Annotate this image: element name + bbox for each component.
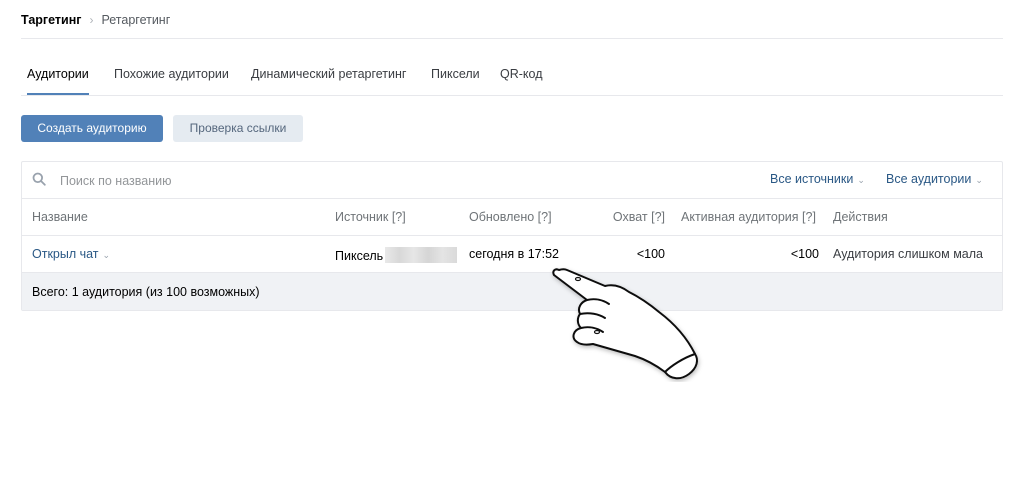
tab-audiences[interactable]: Аудитории — [27, 57, 89, 95]
tab-lookalike-audiences[interactable]: Похожие аудитории — [114, 57, 229, 94]
sources-filter-label: Все источники — [770, 172, 854, 186]
audience-active-count: <100 — [790, 247, 819, 261]
search-icon — [32, 172, 46, 186]
audience-source: Пиксель — [335, 247, 458, 263]
audience-source-label: Пиксель — [335, 249, 384, 263]
total-count: Всего: 1 аудитория (из 100 возможных) — [32, 285, 260, 299]
create-audience-button[interactable]: Создать аудиторию — [21, 115, 163, 142]
column-header-actions: Действия — [833, 210, 888, 224]
audiences-table: Все источники⌄ Все аудитории⌄ Название И… — [21, 161, 1003, 311]
audiences-filter-label: Все аудитории — [886, 172, 972, 186]
breadcrumb: Таргетинг › Ретаргетинг — [21, 12, 170, 28]
redacted-pixel-id — [385, 247, 458, 263]
tab-pixels[interactable]: Пиксели — [431, 57, 480, 94]
table-header: Название Источник [?] Обновлено [?] Охва… — [22, 199, 1002, 236]
column-header-reach[interactable]: Охват [?] — [613, 210, 665, 224]
tab-qr-code[interactable]: QR-код — [500, 57, 543, 94]
tab-dynamic-retargeting[interactable]: Динамический ретаргетинг — [251, 57, 406, 94]
column-header-name: Название — [32, 210, 88, 224]
search-input[interactable] — [58, 168, 462, 194]
tab-bar: Аудитории Похожие аудитории Динамический… — [21, 57, 1003, 96]
column-header-updated[interactable]: Обновлено [?] — [469, 210, 552, 224]
audience-updated: сегодня в 17:52 — [469, 247, 559, 261]
table-footer: Всего: 1 аудитория (из 100 возможных) — [22, 273, 1002, 310]
audience-reach: <100 — [636, 247, 665, 261]
header-divider — [21, 38, 1003, 39]
audience-name: Открыл чат — [32, 247, 99, 261]
audience-name-dropdown[interactable]: Открыл чат ⌄ — [32, 247, 110, 261]
audiences-filter-dropdown[interactable]: Все аудитории ⌄ — [886, 172, 983, 186]
audience-action-status: Аудитория слишком мала — [833, 247, 983, 261]
breadcrumb-separator-icon: › — [89, 13, 94, 27]
chevron-down-icon: ⌄ — [102, 250, 111, 260]
check-link-button[interactable]: Проверка ссылки — [173, 115, 303, 142]
sources-filter-dropdown[interactable]: Все источники ⌄ — [770, 172, 865, 186]
pointing-hand-icon — [552, 268, 698, 380]
column-header-source[interactable]: Источник [?] — [335, 210, 406, 224]
breadcrumb-root[interactable]: Таргетинг — [21, 13, 81, 27]
search-row: Все источники⌄ Все аудитории⌄ — [22, 162, 1002, 199]
chevron-down-icon: ⌄ — [857, 175, 865, 185]
breadcrumb-current: Ретаргетинг — [101, 13, 171, 27]
table-row: Открыл чат ⌄ Пиксель сегодня в 17:52 <100… — [22, 236, 1002, 273]
column-header-active-audience[interactable]: Активная аудитория [?] — [681, 210, 816, 224]
chevron-down-icon: ⌄ — [975, 175, 983, 185]
